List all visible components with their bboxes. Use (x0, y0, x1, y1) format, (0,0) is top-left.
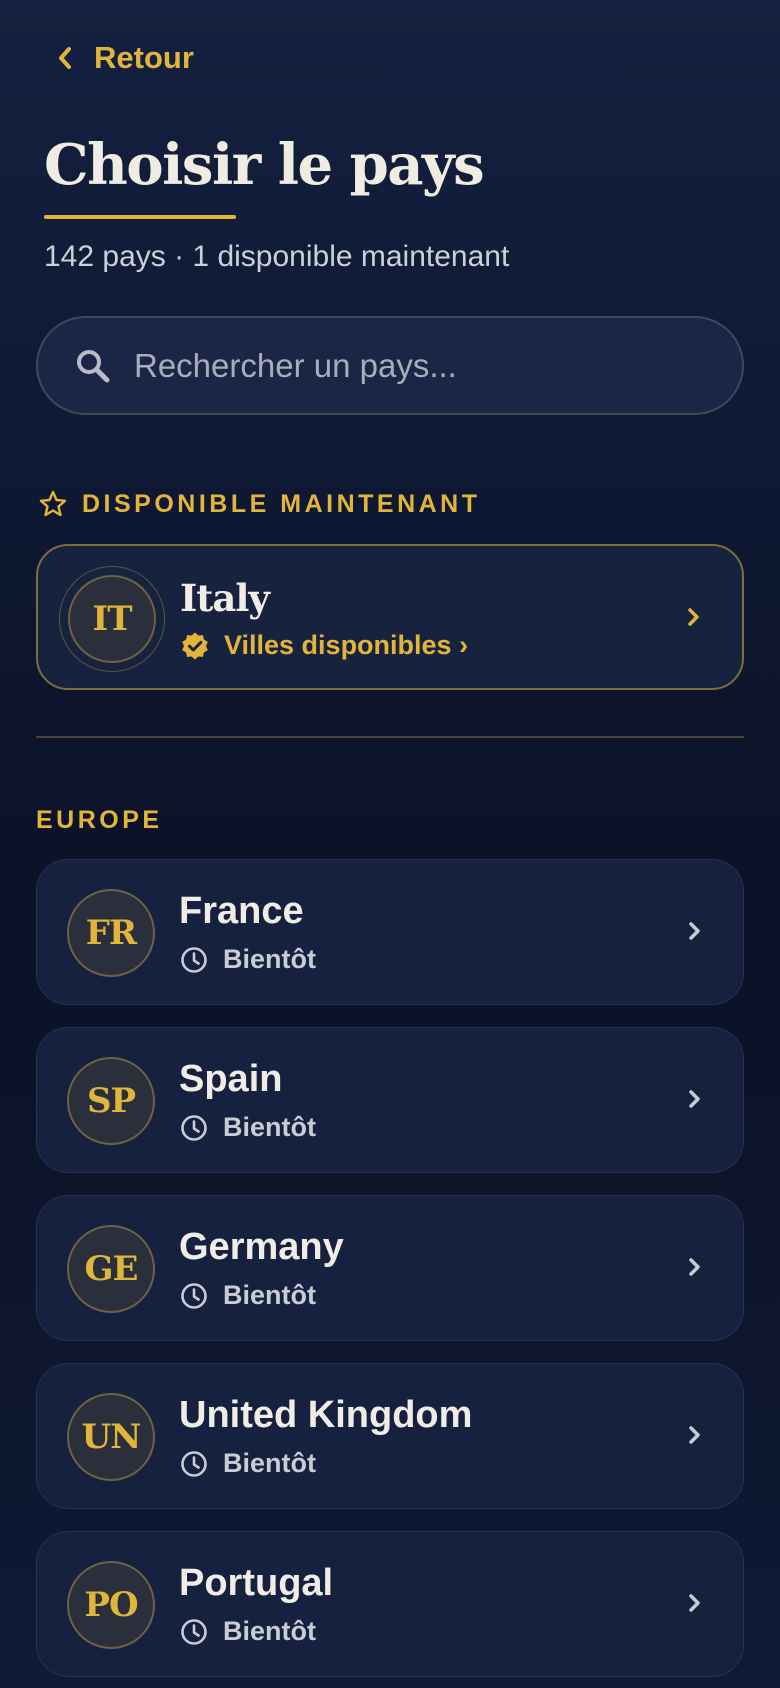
country-name: France (179, 890, 304, 932)
chevron-right-icon (689, 1258, 700, 1276)
chevron-right-icon (689, 1426, 700, 1444)
country-status: Villes disponibles › (180, 630, 468, 661)
country-code-badge: GE (67, 1225, 155, 1313)
search-bar[interactable] (36, 316, 744, 415)
clock-icon (181, 1114, 207, 1141)
country-status: Bientôt (179, 944, 316, 975)
country-status-label: Villes disponibles › (224, 630, 469, 660)
chevron-right-icon (689, 922, 700, 940)
clock-icon (181, 1450, 207, 1477)
europe-section-label: EUROPE (36, 806, 163, 834)
country-name: Italy (180, 576, 270, 620)
chevron-left-icon (59, 47, 71, 69)
country-card-italy[interactable]: IT Italy Villes disponibles › (36, 544, 744, 690)
country-name: Portugal (179, 1562, 334, 1604)
clock-icon (181, 1618, 207, 1645)
country-card-france[interactable]: FR France Bientôt (36, 859, 744, 1005)
country-status: Bientôt (179, 1112, 316, 1143)
country-name: Spain (179, 1058, 283, 1100)
country-card-germany[interactable]: GE Germany Bientôt (36, 1195, 744, 1341)
chevron-right-icon (689, 1594, 700, 1612)
country-status-label: Bientôt (223, 1616, 316, 1646)
verified-badge-icon (182, 632, 208, 659)
europe-section-heading: EUROPE (36, 806, 163, 835)
clock-icon (181, 1282, 207, 1309)
chevron-right-icon (689, 1090, 700, 1108)
country-picker-screen: Retour Choisir le pays 142 pays · 1 disp… (0, 0, 780, 1688)
country-card-spain[interactable]: SP Spain Bientôt (36, 1027, 744, 1173)
country-code-badge: IT (68, 575, 156, 663)
clock-icon (181, 946, 207, 973)
country-card-portugal[interactable]: PO Portugal Bientôt (36, 1531, 744, 1677)
country-status: Bientôt (179, 1280, 316, 1311)
country-status: Bientôt (179, 1616, 316, 1647)
country-code-badge: UN (67, 1393, 155, 1481)
star-icon (39, 490, 67, 517)
country-name: United Kingdom (179, 1394, 473, 1436)
country-name: Germany (179, 1226, 344, 1268)
search-input[interactable] (134, 346, 694, 385)
page-subtitle: 142 pays · 1 disponible maintenant (44, 240, 510, 273)
country-status: Bientôt (179, 1448, 316, 1479)
country-status-label: Bientôt (223, 1280, 316, 1310)
country-status-label: Bientôt (223, 1112, 316, 1142)
chevron-right-icon (688, 608, 699, 626)
available-section-label: DISPONIBLE MAINTENANT (82, 489, 481, 518)
country-code-badge: SP (67, 1057, 155, 1145)
country-status-label: Bientôt (223, 944, 316, 974)
available-section-heading: DISPONIBLE MAINTENANT (38, 489, 481, 519)
country-status-label: Bientôt (223, 1448, 316, 1478)
country-code-badge: PO (67, 1561, 155, 1649)
back-button[interactable]: Retour (54, 40, 194, 76)
page-title: Choisir le pays (44, 132, 485, 198)
search-icon (77, 349, 110, 382)
country-card-united-kingdom[interactable]: UN United Kingdom Bientôt (36, 1363, 744, 1509)
country-code-badge: FR (67, 889, 155, 977)
back-label: Retour (94, 40, 194, 75)
title-underline (44, 215, 236, 219)
section-divider (36, 736, 744, 738)
